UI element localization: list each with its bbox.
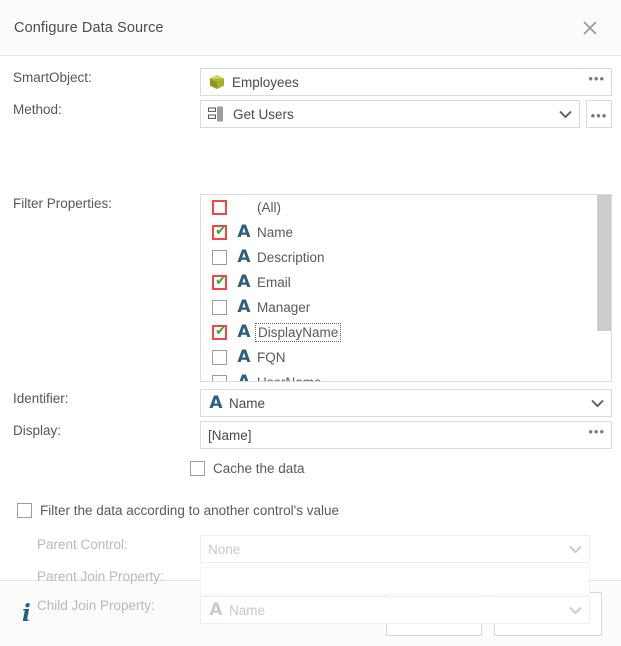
- filter-list-scrollbar-track[interactable]: [597, 195, 611, 381]
- dialog-title: Configure Data Source: [14, 19, 164, 36]
- checkmark-icon: ✔: [215, 223, 227, 239]
- text-type-icon: A: [209, 392, 223, 413]
- method-ellipsis-glyph: •••: [590, 108, 608, 123]
- identifier-chevron-down-icon[interactable]: [589, 395, 605, 411]
- parent-control-dropdown[interactable]: None: [200, 535, 590, 563]
- filter-item-checkbox[interactable]: [212, 375, 227, 381]
- method-icon: [208, 106, 226, 122]
- text-type-icon: A: [237, 322, 251, 342]
- child-join-property-value: Name: [229, 602, 266, 618]
- filter-item-checkbox[interactable]: ✔: [212, 323, 227, 340]
- child-join-property-label: Child Join Property:: [37, 598, 155, 613]
- filter-list-item[interactable]: A FQN: [201, 345, 611, 370]
- parent-join-property-field[interactable]: [200, 567, 590, 595]
- display-ellipsis-button[interactable]: •••: [588, 425, 605, 442]
- smartobject-box-icon: [208, 73, 226, 91]
- dialog-header: Configure Data Source: [0, 0, 621, 56]
- method-ellipsis-button[interactable]: •••: [586, 100, 612, 128]
- filter-list-item[interactable]: (All): [201, 195, 611, 220]
- text-type-icon: A: [237, 247, 251, 267]
- parent-control-chevron-down-icon[interactable]: [567, 541, 583, 557]
- method-row: Method: Get Users •••: [0, 100, 621, 128]
- checkmark-icon: ✔: [215, 323, 227, 339]
- text-type-icon: A: [237, 222, 251, 242]
- filter-list-item[interactable]: A Manager: [201, 295, 611, 320]
- filter-item-label: (All): [257, 200, 281, 215]
- identifier-dropdown[interactable]: A Name: [200, 389, 612, 417]
- child-join-property-row: Child Join Property: A Name: [0, 596, 621, 624]
- display-row: Display: [Name] •••: [0, 421, 621, 449]
- filter-list-item[interactable]: A UserName: [201, 370, 611, 382]
- filter-item-checkbox[interactable]: [212, 250, 227, 265]
- identifier-row: Identifier: A Name: [0, 389, 621, 417]
- child-join-property-dropdown[interactable]: A Name: [200, 596, 590, 624]
- filter-properties-listbox[interactable]: (All) ✔ A Name A Description ✔ A Email A Manager ✔ A…: [200, 194, 612, 382]
- display-field[interactable]: [Name] •••: [200, 421, 612, 449]
- parent-join-property-label: Parent Join Property:: [37, 569, 164, 584]
- text-type-icon: A: [209, 599, 223, 620]
- display-value: [Name]: [208, 427, 252, 443]
- filter-item-label: Description: [257, 250, 325, 265]
- filter-item-label: FQN: [257, 350, 286, 365]
- filter-list-item[interactable]: ✔ A DisplayName: [201, 320, 611, 345]
- filter-list-item[interactable]: ✔ A Name: [201, 220, 611, 245]
- text-type-icon: A: [237, 347, 251, 367]
- filter-list-item[interactable]: A Description: [201, 245, 611, 270]
- display-label: Display:: [13, 423, 62, 438]
- configure-data-source-dialog: Configure Data Source SmartObject: Emplo…: [0, 0, 621, 646]
- close-icon[interactable]: [575, 13, 605, 43]
- identifier-label: Identifier:: [13, 391, 69, 406]
- smartobject-field[interactable]: Employees •••: [200, 68, 612, 96]
- identifier-value: Name: [229, 395, 266, 411]
- cache-the-data-row[interactable]: Cache the data: [190, 461, 305, 476]
- smartobject-value: Employees: [232, 74, 299, 90]
- text-type-icon: A: [237, 372, 251, 382]
- filter-item-label: Email: [257, 275, 291, 290]
- filter-list-scrollbar-thumb[interactable]: [597, 195, 611, 331]
- filter-item-checkbox[interactable]: [212, 350, 227, 365]
- parent-control-row: Parent Control: None: [0, 535, 621, 563]
- method-label: Method:: [13, 102, 62, 117]
- filter-item-checkbox[interactable]: ✔: [212, 223, 227, 240]
- filter-item-label: UserName: [257, 375, 322, 381]
- child-join-property-chevron-down-icon[interactable]: [567, 602, 583, 618]
- parent-control-label: Parent Control:: [37, 537, 128, 552]
- filter-by-control-checkbox[interactable]: [17, 503, 32, 518]
- cache-the-data-checkbox[interactable]: [190, 461, 205, 476]
- parent-control-value: None: [208, 541, 241, 557]
- method-field-group: Get Users •••: [200, 100, 612, 128]
- filter-item-label: Name: [257, 225, 294, 240]
- smartobject-label: SmartObject:: [13, 70, 92, 85]
- filter-item-label: Manager: [257, 300, 311, 315]
- filter-list-item[interactable]: ✔ A Email: [201, 270, 611, 295]
- parent-join-property-row: Parent Join Property:: [0, 567, 621, 595]
- smartobject-ellipsis-button[interactable]: •••: [588, 72, 605, 89]
- filter-properties-list: (All) ✔ A Name A Description ✔ A Email A Manager ✔ A…: [201, 195, 611, 382]
- method-value: Get Users: [233, 106, 294, 122]
- method-dropdown[interactable]: Get Users: [200, 100, 580, 128]
- text-type-icon: A: [237, 272, 251, 292]
- text-type-icon: A: [237, 297, 251, 317]
- cache-the-data-label: Cache the data: [213, 461, 305, 476]
- filter-by-control-row[interactable]: Filter the data according to another con…: [17, 503, 339, 518]
- method-chevron-down-icon[interactable]: [557, 106, 573, 122]
- filter-item-checkbox[interactable]: [212, 300, 227, 315]
- filter-item-checkbox[interactable]: ✔: [212, 273, 227, 290]
- dialog-body: SmartObject: Employees ••• Method: Get U…: [0, 56, 621, 624]
- filter-item-label: DisplayName: [254, 323, 342, 342]
- filter-item-checkbox[interactable]: [212, 200, 227, 215]
- smartobject-row: SmartObject: Employees •••: [0, 68, 621, 96]
- filter-properties-label: Filter Properties:: [13, 196, 113, 211]
- filter-by-control-label: Filter the data according to another con…: [40, 503, 339, 518]
- checkmark-icon: ✔: [215, 273, 227, 289]
